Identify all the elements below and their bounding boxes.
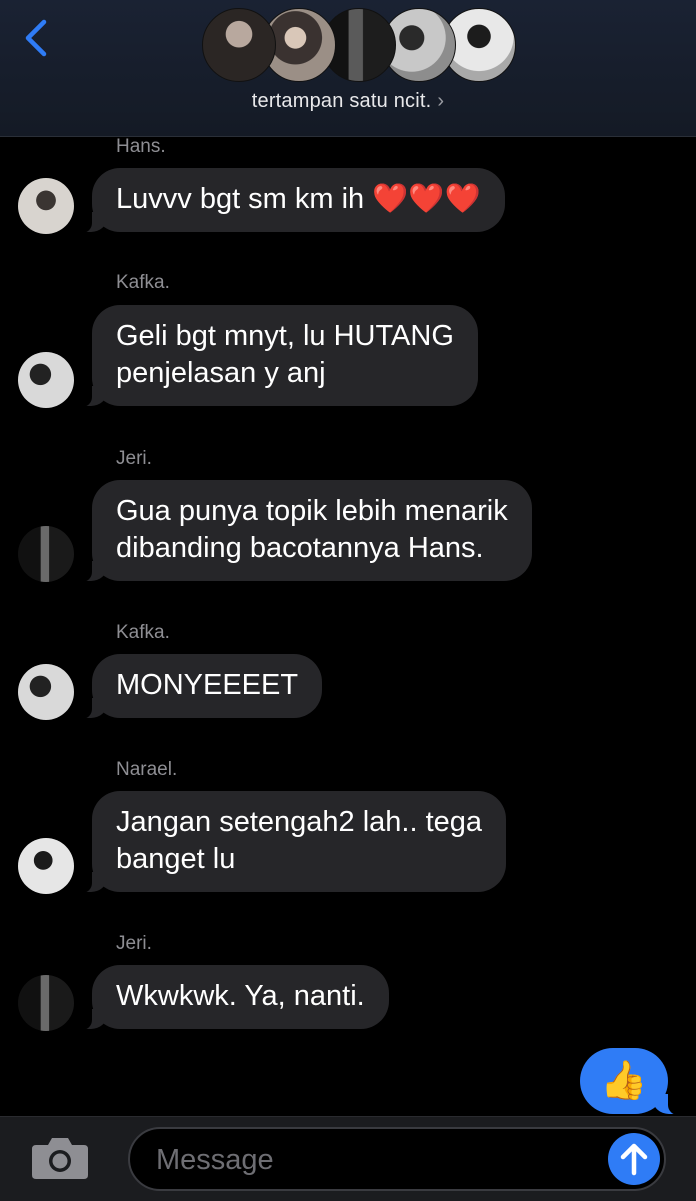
back-button[interactable] [18, 16, 58, 60]
member-avatar [202, 8, 276, 82]
thumbs-up-emoji: 👍 [600, 1060, 648, 1102]
message-text: banget lu [116, 843, 236, 875]
conversation-header: tertampan satu ncit. › [0, 0, 696, 137]
message-bubble[interactable]: Geli bgt mnyt, lu HUTANG penjelasan y an… [76, 305, 478, 407]
group-title[interactable]: tertampan satu ncit. › [0, 90, 696, 113]
message-text: MONYEEEET [116, 669, 299, 701]
send-button[interactable] [608, 1133, 660, 1185]
sender-name: Kafka. [116, 622, 170, 643]
sender-name: Kafka. [116, 272, 170, 293]
sender-name: Hans. [116, 136, 166, 157]
message-bubble[interactable]: Jangan setengah2 lah.. tega banget lu [75, 791, 507, 893]
message-text: Jangan setengah2 lah.. tega [116, 806, 483, 838]
outgoing-message-bubble[interactable]: 👍 [580, 1048, 684, 1115]
message-text: Luvvv bgt sm km ih [116, 183, 365, 215]
message-text: Wkwkwk. Ya, nanti. [116, 980, 365, 1012]
sender-name: Jeri. [116, 933, 152, 954]
arrow-up-icon [620, 1143, 648, 1176]
avatar[interactable] [18, 178, 74, 234]
avatar[interactable] [18, 664, 74, 720]
message-text: Gua punya topik lebih menarik [116, 495, 508, 527]
message-bubble[interactable]: Luvvv bgt sm km ih ❤️❤️❤️ [76, 168, 505, 233]
avatar[interactable] [18, 526, 74, 582]
group-name: tertampan satu ncit. [251, 90, 432, 112]
message-input-bar [0, 1116, 696, 1201]
message-bubble[interactable]: Gua punya topik lebih menarik dibanding … [76, 480, 532, 582]
chevron-left-icon [25, 19, 47, 57]
camera-icon [32, 1138, 88, 1179]
message-text: dibanding bacotannya Hans. [116, 532, 484, 564]
message-bubble[interactable]: Wkwkwk. Ya, nanti. [76, 965, 389, 1030]
camera-button[interactable] [30, 1135, 90, 1181]
chevron-right-icon: › [437, 90, 445, 112]
sender-name: Narael. [116, 759, 178, 780]
avatar[interactable] [18, 352, 74, 408]
message-text: penjelasan y anj [116, 357, 326, 389]
sender-name: Jeri. [116, 448, 152, 469]
avatar[interactable] [18, 838, 74, 894]
message-input[interactable] [154, 1137, 598, 1183]
message-text: Geli bgt mnyt, lu HUTANG [116, 320, 454, 352]
message-field[interactable] [128, 1127, 666, 1191]
heart-emoji: ❤️❤️❤️ [372, 183, 481, 215]
group-avatars[interactable] [200, 8, 516, 82]
avatar[interactable] [18, 975, 74, 1031]
message-bubble[interactable]: MONYEEEET [75, 654, 323, 719]
